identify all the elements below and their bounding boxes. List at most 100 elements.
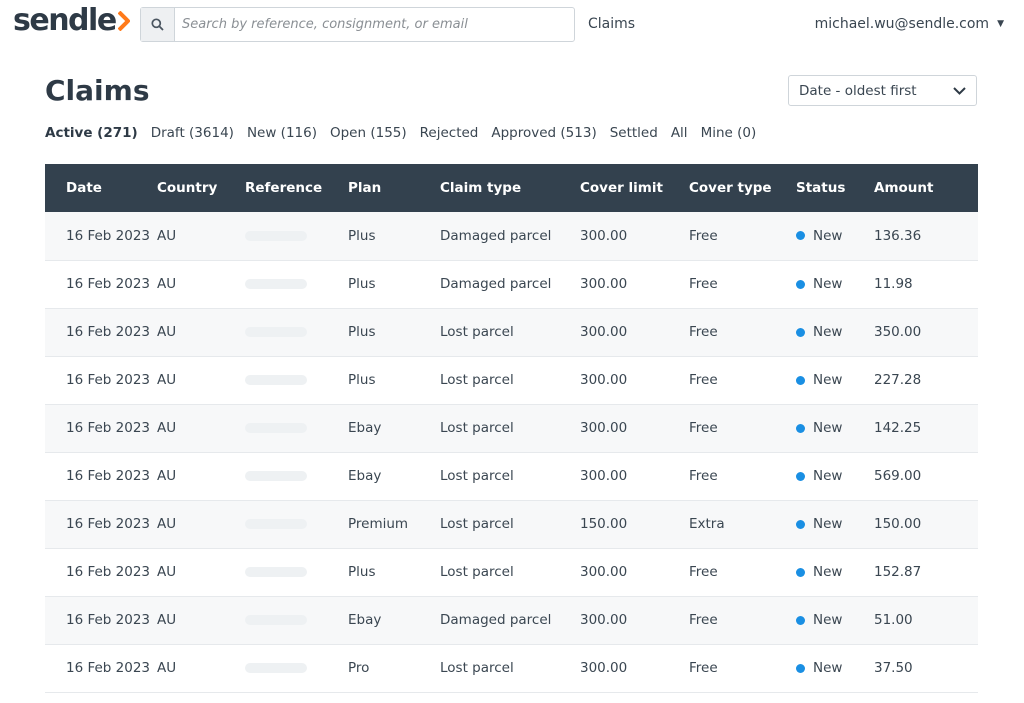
cell-country: AU (157, 612, 177, 628)
filter-tab[interactable]: New (116) (247, 125, 317, 141)
cell-cover-limit: 300.00 (580, 660, 628, 676)
cell-reference[interactable] (245, 404, 348, 452)
cell-country: AU (157, 468, 177, 484)
cell-date: 16 Feb 2023 (66, 564, 151, 580)
cell-plan: Plus (348, 276, 376, 292)
filter-tab[interactable]: Approved (513) (491, 125, 596, 141)
column-header[interactable]: Date (45, 164, 157, 212)
cell-status: New (796, 308, 874, 356)
cell-plan: Plus (348, 324, 376, 340)
cell-status: New (796, 404, 874, 452)
cell-plan: Ebay (348, 420, 382, 436)
cell-cover-limit: 150.00 (580, 516, 628, 532)
table-row[interactable]: 16 Feb 2023 AU Ebay Damaged parcel 300.00 Fre… (45, 596, 978, 644)
cell-cover-limit: 300.00 (580, 372, 628, 388)
table-body: 16 Feb 2023 AU Plus Damaged parcel 300.00 Fre… (45, 212, 978, 692)
cell-cover-type: Extra (689, 516, 725, 532)
column-header[interactable]: Reference (245, 164, 348, 212)
cell-reference[interactable] (245, 356, 348, 404)
cell-plan: Plus (348, 564, 376, 580)
cell-reference[interactable] (245, 308, 348, 356)
cell-plan: Premium (348, 516, 409, 532)
filter-tab[interactable]: Open (155) (330, 125, 407, 141)
page-title: Claims (45, 74, 150, 107)
cell-date: 16 Feb 2023 (66, 516, 151, 532)
table-row[interactable]: 16 Feb 2023 AU Plus Lost parcel 300.00 Free Ne… (45, 308, 978, 356)
cell-plan: Ebay (348, 612, 382, 628)
table-row[interactable]: 16 Feb 2023 AU Premium Lost parcel 150.00 Ext… (45, 500, 978, 548)
redacted-reference (245, 279, 307, 289)
search-input[interactable] (175, 8, 574, 41)
status-dot-icon (796, 423, 805, 433)
table-row[interactable]: 16 Feb 2023 AU Plus Lost parcel 300.00 Free Ne… (45, 356, 978, 404)
redacted-reference (245, 423, 307, 433)
cell-reference[interactable] (245, 644, 348, 692)
cell-reference[interactable] (245, 260, 348, 308)
column-header[interactable]: Cover limit (580, 164, 689, 212)
status-dot-icon (796, 615, 805, 625)
cell-claim-type: Lost parcel (440, 564, 514, 580)
column-header[interactable]: Status (796, 164, 874, 212)
filter-tab[interactable]: All (671, 125, 688, 141)
cell-country: AU (157, 420, 177, 436)
filter-tab[interactable]: Active (271) (45, 125, 138, 141)
cell-claim-type: Damaged parcel (440, 276, 552, 292)
cell-amount: 152.87 (874, 564, 922, 580)
filter-tab[interactable]: Draft (3614) (151, 125, 234, 141)
sendle-logo[interactable]: sendle (13, 3, 130, 38)
filter-tab[interactable]: Rejected (420, 125, 479, 141)
user-email: michael.wu@sendle.com (814, 16, 990, 32)
status-dot-icon (796, 663, 805, 673)
table-row[interactable]: 16 Feb 2023 AU Pro Lost parcel 300.00 Free New… (45, 644, 978, 692)
cell-claim-type: Lost parcel (440, 324, 514, 340)
cell-reference[interactable] (245, 500, 348, 548)
column-header[interactable]: Amount (874, 164, 978, 212)
status-dot-icon (796, 375, 805, 385)
search-bar (140, 7, 575, 42)
cell-reference[interactable] (245, 548, 348, 596)
column-header[interactable]: Cover type (689, 164, 796, 212)
cell-cover-type: Free (689, 660, 718, 676)
status-label: New (813, 420, 843, 436)
sort-select[interactable]: Date - oldest first (788, 75, 977, 106)
cell-cover-type: Free (689, 564, 718, 580)
cell-claim-type: Lost parcel (440, 372, 514, 388)
cell-reference[interactable] (245, 596, 348, 644)
redacted-reference (245, 567, 307, 577)
cell-reference[interactable] (245, 212, 348, 260)
cell-reference[interactable] (245, 452, 348, 500)
cell-date: 16 Feb 2023 (66, 612, 151, 628)
nav-claims-link[interactable]: Claims (588, 16, 635, 32)
cell-plan: Plus (348, 372, 376, 388)
status-label: New (813, 276, 843, 292)
column-header[interactable]: Plan (348, 164, 440, 212)
filter-tab[interactable]: Mine (0) (701, 125, 757, 141)
cell-cover-type: Free (689, 372, 718, 388)
cell-date: 16 Feb 2023 (66, 420, 151, 436)
cell-cover-limit: 300.00 (580, 420, 628, 436)
column-header[interactable]: Country (157, 164, 245, 212)
cell-claim-type: Lost parcel (440, 420, 514, 436)
user-menu[interactable]: michael.wu@sendle.com ▼ (815, 16, 1004, 32)
claims-table-container: Date Country Reference Plan Claim type Cover … (45, 164, 978, 693)
status-dot-icon (796, 231, 805, 241)
redacted-reference (245, 663, 307, 673)
cell-country: AU (157, 516, 177, 532)
table-row[interactable]: 16 Feb 2023 AU Plus Lost parcel 300.00 Free Ne… (45, 548, 978, 596)
status-dot-icon (796, 567, 805, 577)
cell-cover-type: Free (689, 612, 718, 628)
status-dot-icon (796, 327, 805, 337)
filter-tab[interactable]: Settled (610, 125, 658, 141)
cell-country: AU (157, 660, 177, 676)
table-row[interactable]: 16 Feb 2023 AU Plus Damaged parcel 300.00 Fre… (45, 260, 978, 308)
table-row[interactable]: 16 Feb 2023 AU Plus Damaged parcel 300.00 Fre… (45, 212, 978, 260)
table-row[interactable]: 16 Feb 2023 AU Ebay Lost parcel 300.00 Free Ne… (45, 404, 978, 452)
search-button[interactable] (141, 8, 175, 41)
cell-status: New (796, 356, 874, 404)
status-dot-icon (796, 471, 805, 481)
column-header[interactable]: Claim type (440, 164, 580, 212)
cell-cover-type: Free (689, 324, 718, 340)
cell-date: 16 Feb 2023 (66, 372, 151, 388)
cell-country: AU (157, 227, 177, 244)
table-row[interactable]: 16 Feb 2023 AU Ebay Lost parcel 300.00 Free Ne… (45, 452, 978, 500)
